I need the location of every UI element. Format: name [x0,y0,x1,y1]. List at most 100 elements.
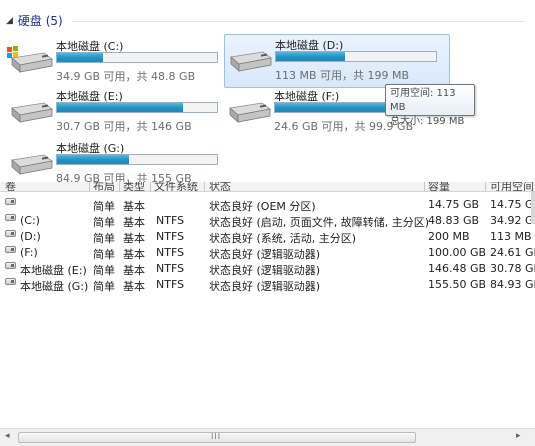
cell-capacity: 146.48 GB [428,262,487,275]
volume-list-pane: 卷 布局 类型 文件系统 状态 容量 可用空间 简单 基本 状态良好 (OEM … [0,182,535,446]
cell-status: 状态良好 (启动, 页面文件, 故障转储, 主分区) [209,216,430,229]
cell-capacity: 155.50 GB [428,278,487,291]
cell-capacity: 200 MB [428,230,470,243]
cell-layout: 简单 [93,248,115,261]
drive-space-info: 30.7 GB 可用，共 146 GB [56,120,192,133]
cell-free-space: 14.75 GB [490,198,535,211]
drive-usage-fill [276,52,346,61]
cell-free-space: 30.78 GB [490,262,535,275]
drive-tile-c[interactable]: 本地磁盘 (C:) 34.9 GB 可用，共 48.8 GB [6,36,230,88]
cell-type: 基本 [123,200,145,213]
volume-row[interactable]: (C:) 简单 基本 NTFS 状态良好 (启动, 页面文件, 故障转储, 主分… [0,213,535,229]
volume-row[interactable]: 简单 基本 状态良好 (OEM 分区) 14.75 GB 14.75 GB [0,197,535,213]
cell-free-space: 84.93 GB [490,278,535,291]
cell-layout: 简单 [93,280,115,293]
column-divider[interactable] [89,182,90,191]
volume-icon [5,262,16,269]
column-header-filesystem[interactable]: 文件系统 [154,182,198,191]
cell-free-space: 24.61 GB [490,246,535,259]
scrollbar-thumb[interactable]: III [18,432,416,443]
cell-layout: 简单 [93,216,115,229]
column-header-volume[interactable]: 卷 [5,182,16,191]
drive-tile-d[interactable]: 本地磁盘 (D:) 113 MB 可用，共 199 MB [224,34,450,88]
column-header-type[interactable]: 类型 [123,182,145,191]
cell-type: 基本 [123,216,145,229]
cell-filesystem: NTFS [156,262,185,275]
cell-status: 状态良好 (OEM 分区) [209,200,316,213]
volume-icon [5,214,16,221]
group-header-label: 硬盘 (5) [17,14,63,28]
cell-volume: (C:) [20,214,40,227]
column-header-capacity[interactable]: 容量 [428,182,450,191]
cell-filesystem: NTFS [156,246,185,259]
drive-space-info: 113 MB 可用，共 199 MB [275,69,410,82]
cell-status: 状态良好 (逻辑驱动器) [209,264,321,277]
drives-pane: ◢ 硬盘 (5) 本地磁盘 (C:) 34.9 GB 可用，共 48.8 GB [0,0,535,182]
vertical-scrollbar[interactable] [531,192,535,224]
drive-usage-fill [57,155,130,164]
column-divider[interactable] [424,182,425,191]
cell-volume: (D:) [20,230,41,243]
column-header-layout[interactable]: 布局 [93,182,115,191]
volume-row[interactable]: (D:) 简单 基本 NTFS 状态良好 (系统, 活动, 主分区) 200 M… [0,229,533,245]
drive-usage-fill [57,53,103,62]
column-divider[interactable] [204,182,205,191]
drive-tile-e[interactable]: 本地磁盘 (E:) 30.7 GB 可用，共 146 GB [6,86,230,138]
group-header-hard-drives[interactable]: ◢ 硬盘 (5) [6,12,63,29]
drive-usage-fill [275,103,396,112]
volume-row[interactable]: 本地磁盘 (G:) 简单 基本 NTFS 状态良好 (逻辑驱动器) 155.50… [0,277,535,293]
column-divider[interactable] [150,182,151,191]
cell-layout: 简单 [93,232,115,245]
column-divider[interactable] [119,182,120,191]
volume-row[interactable]: 本地磁盘 (E:) 简单 基本 NTFS 状态良好 (逻辑驱动器) 146.48… [0,261,535,277]
windows-logo-icon [7,46,18,58]
drive-usage-bar [56,52,218,63]
drive-usage-fill [57,103,184,112]
hard-drive-icon [11,102,53,123]
hard-drive-icon [11,154,53,175]
drive-space-info: 84.9 GB 可用，共 155 GB [56,172,192,182]
volume-icon [5,246,16,253]
volume-icon [5,198,16,205]
cell-volume: 本地磁盘 (G:) [20,280,89,293]
cell-type: 基本 [123,280,145,293]
volume-icon [5,230,16,237]
cell-free-space: 113 MB [490,230,532,243]
horizontal-scrollbar[interactable]: ◂ III ▸ [0,428,535,446]
volume-icon [5,278,16,285]
cell-type: 基本 [123,248,145,261]
cell-status: 状态良好 (逻辑驱动器) [209,280,321,293]
cell-capacity: 100.00 GB [428,246,487,259]
cell-status: 状态良好 (系统, 活动, 主分区) [209,232,357,245]
drive-usage-bar [275,51,437,62]
cell-layout: 简单 [93,200,115,213]
cell-capacity: 14.75 GB [428,198,480,211]
collapse-triangle-icon[interactable]: ◢ [6,16,13,26]
tooltip-free-space: 可用空间: 113 MB [390,88,456,113]
tooltip-total-size: 总大小: 199 MB [390,116,465,127]
cell-type: 基本 [123,264,145,277]
hard-drive-icon [230,51,272,72]
column-divider[interactable] [485,182,486,191]
cell-volume: (F:) [20,246,38,259]
scrollbar-grip-icon: III [211,432,222,441]
cell-status: 状态良好 (逻辑驱动器) [209,248,321,261]
column-header-status[interactable]: 状态 [209,182,231,191]
drive-tooltip: 可用空间: 113 MB 总大小: 199 MB [385,84,475,127]
cell-layout: 简单 [93,264,115,277]
group-divider [72,21,525,22]
scroll-left-arrow-icon[interactable]: ◂ [5,431,10,441]
cell-volume: 本地磁盘 (E:) [20,264,87,277]
volume-list-header: 卷 布局 类型 文件系统 状态 容量 可用空间 [0,182,535,192]
cell-filesystem: NTFS [156,278,185,291]
scroll-right-arrow-icon[interactable]: ▸ [516,431,521,441]
column-header-free-space[interactable]: 可用空间 [490,182,534,191]
drive-usage-bar [56,154,218,165]
volume-row[interactable]: (F:) 简单 基本 NTFS 状态良好 (逻辑驱动器) 100.00 GB 2… [0,245,535,261]
drive-usage-bar [56,102,218,113]
drive-space-info: 34.9 GB 可用，共 48.8 GB [56,70,196,83]
drive-tile-g[interactable]: 本地磁盘 (G:) 84.9 GB 可用，共 155 GB [6,138,230,182]
cell-filesystem: NTFS [156,214,185,227]
cell-filesystem: NTFS [156,230,185,243]
cell-free-space: 34.92 GB [490,214,535,227]
